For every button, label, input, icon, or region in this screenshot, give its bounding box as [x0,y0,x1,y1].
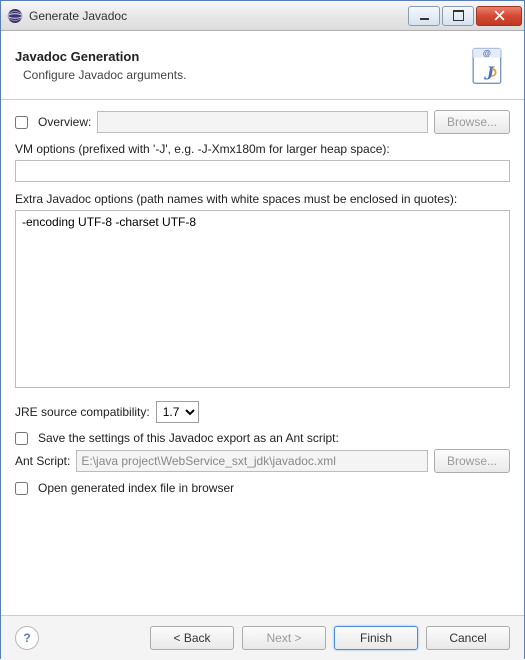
overview-input [97,111,428,133]
window-title: Generate Javadoc [29,9,406,23]
jre-row: JRE source compatibility: 1.7 [15,401,510,423]
finish-button[interactable]: Finish [334,626,418,650]
save-ant-row: Save the settings of this Javadoc export… [15,431,510,445]
wizard-footer: ? < Back Next > Finish Cancel [1,615,524,660]
extra-options-label: Extra Javadoc options (path names with w… [15,192,510,206]
next-button[interactable]: Next > [242,626,326,650]
overview-row: Overview: Browse... [15,110,510,134]
help-button[interactable]: ? [15,626,39,650]
minimize-button[interactable] [408,6,440,26]
page-title: Javadoc Generation [15,49,462,64]
back-button[interactable]: < Back [150,626,234,650]
open-index-label: Open generated index file in browser [38,481,234,495]
extra-options-textarea[interactable]: -encoding UTF-8 -charset UTF-8 [15,210,510,388]
jre-select[interactable]: 1.7 [156,401,199,423]
eclipse-icon [7,8,23,24]
wizard-header: Javadoc Generation Configure Javadoc arg… [1,31,524,100]
vm-options-input[interactable] [15,160,510,182]
svg-text:J: J [483,63,495,85]
close-button[interactable] [476,6,522,26]
titlebar[interactable]: Generate Javadoc [1,1,524,31]
overview-label: Overview: [38,115,91,129]
ant-script-row: Ant Script: Browse... [15,449,510,473]
overview-checkbox[interactable] [15,116,28,129]
vm-options-label: VM options (prefixed with '-J', e.g. -J-… [15,142,510,156]
ant-browse-button[interactable]: Browse... [434,449,510,473]
open-index-row: Open generated index file in browser [15,481,510,495]
jre-label: JRE source compatibility: [15,405,150,419]
ant-script-label: Ant Script: [15,454,70,468]
open-index-checkbox[interactable] [15,482,28,495]
svg-text:@: @ [483,49,491,58]
maximize-button[interactable] [442,6,474,26]
ant-script-input [76,450,428,472]
page-subtitle: Configure Javadoc arguments. [15,68,462,82]
save-ant-checkbox[interactable] [15,432,28,445]
save-ant-label: Save the settings of this Javadoc export… [38,431,339,445]
overview-browse-button[interactable]: Browse... [434,110,510,134]
cancel-button[interactable]: Cancel [426,626,510,650]
javadoc-icon: @ J [462,41,510,89]
